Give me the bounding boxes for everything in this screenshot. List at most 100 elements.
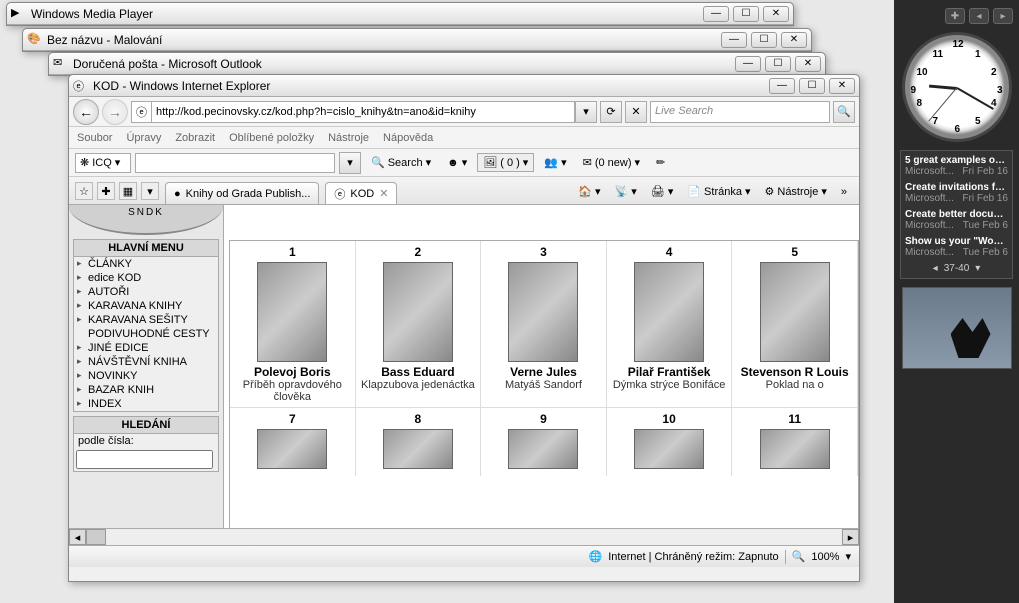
search-go-button[interactable]: 🔍 <box>833 101 855 123</box>
menu-item[interactable]: ČLÁNKY <box>74 257 218 271</box>
book-cell[interactable]: 3 Verne Jules Matyáš Sandorf <box>481 241 607 407</box>
book-cell[interactable]: 9 <box>481 408 607 476</box>
pager-prev[interactable]: ◂ <box>933 263 938 274</box>
tab-kod[interactable]: ⓔ KOD ✕ <box>325 182 397 204</box>
menu-help[interactable]: Nápověda <box>383 132 433 144</box>
zoom-level[interactable]: 100% <box>811 551 839 563</box>
minimize-button[interactable]: ― <box>721 32 747 48</box>
quick-tabs-icon[interactable]: ▦ <box>119 182 137 200</box>
book-cell[interactable]: 10 <box>607 408 733 476</box>
tab-label: KOD <box>350 188 374 200</box>
feed-item[interactable]: Show us your "Wow... Microsoft...Tue Feb… <box>905 236 1008 258</box>
toolbar-search-button[interactable]: 🔍 Search ▾ <box>365 153 437 172</box>
book-cell[interactable]: 1 Polevoj Boris Příběh opravdového člově… <box>230 241 356 407</box>
search-number-input[interactable] <box>76 450 213 469</box>
add-gadget-button[interactable]: ✚ <box>945 8 965 24</box>
toolbar-search-dropdown[interactable]: ▾ <box>339 152 361 174</box>
sidebar-right-button[interactable]: ▸ <box>993 8 1013 24</box>
maximize-button[interactable]: ☐ <box>799 78 825 94</box>
add-favorites-icon[interactable]: ✚ <box>97 182 115 200</box>
sidebar-left-button[interactable]: ◂ <box>969 8 989 24</box>
pager-next[interactable]: ▾ <box>975 263 980 274</box>
horizontal-scrollbar[interactable]: ◂ ▸ <box>69 528 859 545</box>
scroll-thumb[interactable] <box>86 529 106 545</box>
book-cell[interactable]: 11 <box>732 408 858 476</box>
tab-close-icon[interactable]: ✕ <box>379 187 388 200</box>
toolbar-search-input[interactable] <box>135 153 335 173</box>
print-button[interactable]: 🖨 ▾ <box>645 182 680 201</box>
clock-gadget[interactable]: 12 1 2 3 4 5 6 7 8 9 10 11 <box>902 32 1012 142</box>
book-number: 9 <box>485 412 602 426</box>
toolbar-people[interactable]: 👥 ▾ <box>538 153 572 172</box>
minimize-button[interactable]: ― <box>735 56 761 72</box>
menu-item[interactable]: BAZAR KNIH <box>74 383 218 397</box>
addr-dropdown[interactable]: ▾ <box>575 101 597 123</box>
search-box[interactable]: Live Search <box>650 101 830 123</box>
stop-button[interactable]: ✕ <box>625 101 647 123</box>
sidebar-controls: ✚ ◂ ▸ <box>900 8 1013 24</box>
menu-item[interactable]: NOVINKY <box>74 369 218 383</box>
book-number: 4 <box>611 245 728 259</box>
refresh-button[interactable]: ⟳ <box>600 101 622 123</box>
book-cell[interactable]: 2 Bass Eduard Klapzubova jedenáctka <box>356 241 482 407</box>
slideshow-gadget[interactable] <box>902 287 1012 369</box>
back-button[interactable]: ← <box>73 99 99 125</box>
toolbar-mail[interactable]: ✉ (0 new) ▾ <box>577 153 646 172</box>
book-cell[interactable]: 8 <box>356 408 482 476</box>
separator <box>785 550 786 564</box>
menu-item[interactable]: KARAVANA SEŠITY <box>74 313 218 327</box>
zoom-dropdown[interactable]: ▾ <box>845 550 851 563</box>
tools-menu[interactable]: ⚙ Nástroje ▾ <box>759 182 833 201</box>
menu-edit[interactable]: Úpravy <box>126 132 161 144</box>
minimize-button[interactable]: ― <box>703 6 729 22</box>
menu-item[interactable]: AUTOŘI <box>74 285 218 299</box>
menu-view[interactable]: Zobrazit <box>175 132 215 144</box>
maximize-button[interactable]: ☐ <box>765 56 791 72</box>
minimize-button[interactable]: ― <box>769 78 795 94</box>
book-cell[interactable]: 7 <box>230 408 356 476</box>
home-button[interactable]: 🏠 ▾ <box>572 182 606 201</box>
forward-button[interactable]: → <box>102 99 128 125</box>
menu-file[interactable]: Soubor <box>77 132 112 144</box>
page-menu[interactable]: 📄 Stránka ▾ <box>681 182 756 201</box>
tab-list-dropdown[interactable]: ▾ <box>141 182 159 200</box>
feed-item[interactable]: Create invitations for... Microsoft...Fr… <box>905 182 1008 204</box>
book-cell[interactable]: 4 Pilař František Dýmka strýce Bonifáce <box>607 241 733 407</box>
new-tab-button[interactable] <box>403 184 423 204</box>
icq-combo[interactable]: ❋ ICQ ▾ <box>75 153 131 173</box>
maximize-button[interactable]: ☐ <box>751 32 777 48</box>
feed-gadget[interactable]: 5 great examples of ... Microsoft...Fri … <box>900 150 1013 279</box>
toolbar-popup-counter[interactable]: 🖼 ( 0 ) ▾ <box>477 153 534 172</box>
menu-favorites[interactable]: Oblíbené položky <box>229 132 314 144</box>
command-bar: 🏠 ▾ 📡 ▾ 🖨 ▾ 📄 Stránka ▾ ⚙ Nástroje ▾ » <box>572 182 853 204</box>
menu-item[interactable]: KARAVANA KNIHY <box>74 299 218 313</box>
menu-item[interactable]: PODIVUHODNÉ CESTY <box>74 327 218 341</box>
book-author: Bass Eduard <box>360 365 477 379</box>
menu-item[interactable]: INDEX <box>74 397 218 411</box>
tab-grada[interactable]: ● Knihy od Grada Publish... <box>165 182 319 204</box>
chevron-icon[interactable]: » <box>835 183 853 201</box>
scroll-right-arrow[interactable]: ▸ <box>842 529 859 545</box>
close-button[interactable]: ✕ <box>781 32 807 48</box>
scroll-track[interactable] <box>106 529 842 545</box>
close-button[interactable]: ✕ <box>763 6 789 22</box>
sndk-logo: SNDK <box>69 205 223 235</box>
menu-item[interactable]: JINÉ EDICE <box>74 341 218 355</box>
menu-item[interactable]: edice KOD <box>74 271 218 285</box>
favorites-star-icon[interactable]: ☆ <box>75 182 93 200</box>
toolbar-highlighter[interactable]: ✏ <box>650 153 671 172</box>
nav-row: ← → ⓔ http://kod.pecinovsky.cz/kod.php?h… <box>69 97 859 127</box>
scroll-left-arrow[interactable]: ◂ <box>69 529 86 545</box>
book-cell[interactable]: 5 Stevenson R Louis Poklad na o <box>732 241 858 407</box>
toolbar-emoticon[interactable]: ☻ ▾ <box>441 153 473 172</box>
zoom-icon[interactable]: 🔍 <box>792 550 806 563</box>
feed-item[interactable]: 5 great examples of ... Microsoft...Fri … <box>905 155 1008 177</box>
maximize-button[interactable]: ☐ <box>733 6 759 22</box>
close-button[interactable]: ✕ <box>829 78 855 94</box>
menu-item[interactable]: NÁVŠTĚVNÍ KNIHA <box>74 355 218 369</box>
menu-tools[interactable]: Nástroje <box>328 132 369 144</box>
feed-item[interactable]: Create better docum... Microsoft...Tue F… <box>905 209 1008 231</box>
close-button[interactable]: ✕ <box>795 56 821 72</box>
address-bar[interactable]: http://kod.pecinovsky.cz/kod.php?h=cislo… <box>151 101 575 123</box>
feeds-button[interactable]: 📡 ▾ <box>609 182 643 201</box>
